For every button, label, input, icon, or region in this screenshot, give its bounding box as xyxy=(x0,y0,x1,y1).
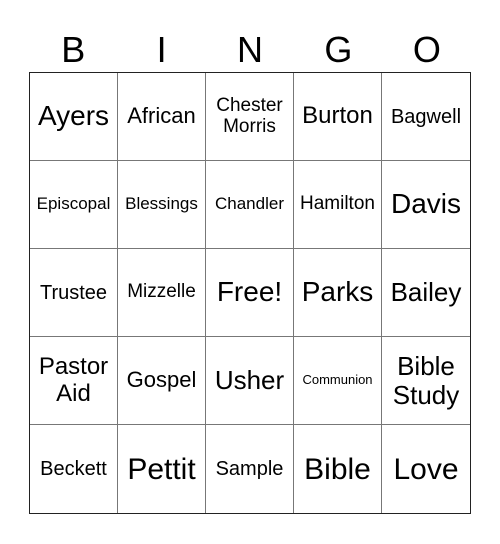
bingo-cell[interactable]: Trustee xyxy=(30,249,118,337)
bingo-cell[interactable]: Chester Morris xyxy=(206,73,294,161)
bingo-cell[interactable]: Usher xyxy=(206,337,294,425)
bingo-cell[interactable]: Mizzelle xyxy=(118,249,206,337)
bingo-cell[interactable]: Davis xyxy=(382,161,470,249)
free-space[interactable]: Free! xyxy=(206,249,294,337)
bingo-cell[interactable]: Sample xyxy=(206,425,294,513)
bingo-cell[interactable]: African xyxy=(118,73,206,161)
bingo-cell[interactable]: Parks xyxy=(294,249,382,337)
header-letter-n: N xyxy=(237,29,264,70)
bingo-cell[interactable]: Blessings xyxy=(118,161,206,249)
bingo-cell[interactable]: Bible xyxy=(294,425,382,513)
bingo-cell[interactable]: Love xyxy=(382,425,470,513)
bingo-cell[interactable]: Hamilton xyxy=(294,161,382,249)
bingo-cell[interactable]: Pastor Aid xyxy=(30,337,118,425)
bingo-cell[interactable]: Bagwell xyxy=(382,73,470,161)
bingo-cell[interactable]: Burton xyxy=(294,73,382,161)
bingo-header: B I N G O xyxy=(29,28,471,72)
bingo-cell[interactable]: Beckett xyxy=(30,425,118,513)
header-letter-g: G xyxy=(324,29,353,70)
bingo-cell[interactable]: Communion xyxy=(294,337,382,425)
bingo-cell[interactable]: Ayers xyxy=(30,73,118,161)
bingo-card: Ayers African Chester Morris Burton Bagw… xyxy=(29,72,471,514)
bingo-cell[interactable]: Episcopal xyxy=(30,161,118,249)
header-letter-b: B xyxy=(61,29,86,70)
bingo-cell[interactable]: Gospel xyxy=(118,337,206,425)
bingo-cell[interactable]: Chandler xyxy=(206,161,294,249)
header-letter-i: I xyxy=(156,29,167,70)
bingo-cell[interactable]: Bailey xyxy=(382,249,470,337)
bingo-cell[interactable]: Bible Study xyxy=(382,337,470,425)
bingo-cell[interactable]: Pettit xyxy=(118,425,206,513)
header-letter-o: O xyxy=(412,29,441,70)
